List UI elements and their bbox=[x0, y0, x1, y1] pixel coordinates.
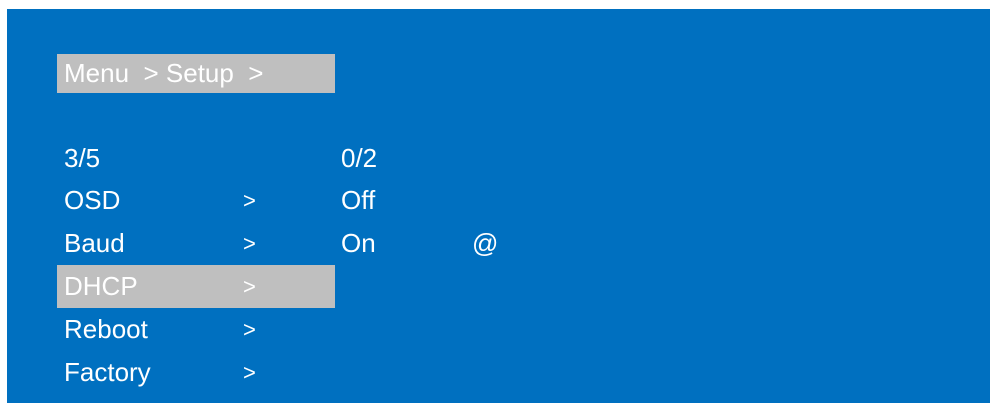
chevron-right-icon: > bbox=[243, 360, 256, 385]
menu-item-factory[interactable]: Factory > bbox=[57, 351, 335, 394]
menu-item-label: DHCP bbox=[64, 271, 138, 301]
menu-item-label: OSD bbox=[64, 185, 121, 215]
breadcrumb: Menu > Setup > bbox=[57, 54, 335, 93]
menu-item-label: Baud bbox=[64, 228, 125, 258]
option-label: On bbox=[341, 228, 376, 258]
menu-item-label: Factory bbox=[64, 357, 151, 387]
chevron-right-icon: > bbox=[243, 317, 256, 342]
menu-item-baud[interactable]: Baud > bbox=[57, 222, 335, 265]
option-label: Off bbox=[341, 185, 376, 215]
menu-item-reboot[interactable]: Reboot > bbox=[57, 308, 335, 351]
setup-menu-list: OSD > Baud > DHCP > Reboot > Factory > bbox=[57, 179, 335, 394]
chevron-right-icon: > bbox=[243, 274, 256, 299]
chevron-right-icon: > bbox=[243, 231, 256, 256]
option-item-on[interactable]: On @ bbox=[341, 222, 561, 265]
option-page-counter: 0/2 bbox=[341, 143, 378, 173]
menu-item-osd[interactable]: OSD > bbox=[57, 179, 335, 222]
option-item-off[interactable]: Off bbox=[341, 179, 561, 222]
option-list: Off On @ bbox=[341, 179, 561, 265]
menu-page-counter: 3/5 bbox=[64, 143, 101, 173]
chevron-right-icon: > bbox=[243, 188, 256, 213]
osd-screen: Menu > Setup > 3/5 0/2 OSD > Baud > DHCP… bbox=[7, 9, 990, 403]
selection-marker: @ bbox=[472, 228, 499, 258]
menu-item-label: Reboot bbox=[64, 314, 148, 344]
menu-item-dhcp[interactable]: DHCP > bbox=[57, 265, 335, 308]
